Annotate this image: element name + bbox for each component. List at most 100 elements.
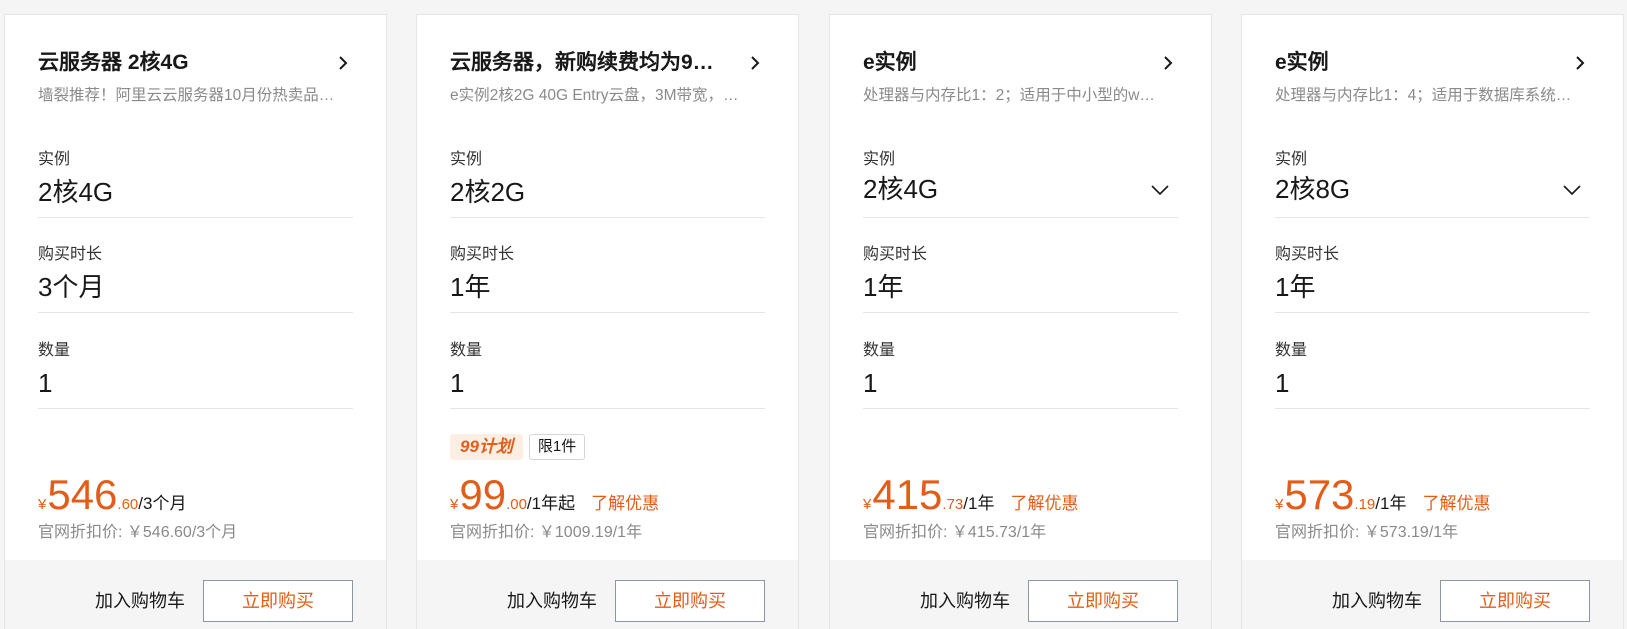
- price-integer: 546: [47, 471, 118, 518]
- product-card: 云服务器，新购续费均为9… e实例2核2G 40G Entry云盘，3M带宽，……: [416, 14, 799, 629]
- product-card-list: 云服务器 2核4G 墙裂推荐！阿里云云服务器10月份热卖品… 实例 2核4G 购…: [0, 0, 1627, 629]
- chevron-right-icon: [339, 56, 348, 70]
- field-label: 数量: [450, 342, 483, 359]
- add-to-cart-button[interactable]: 加入购物车: [920, 580, 1010, 622]
- card-title: e实例: [1275, 51, 1329, 74]
- field-label: 实例: [1275, 151, 1308, 168]
- field-label: 购买时长: [863, 246, 928, 263]
- quantity-field: 数量 1: [450, 326, 765, 409]
- instance-field: 实例 2核4G: [38, 135, 353, 218]
- field-value: 2核4G: [863, 174, 939, 204]
- price-decimal: .73: [942, 496, 964, 513]
- add-to-cart-button[interactable]: 加入购物车: [1332, 580, 1422, 622]
- card-footer: 加入购物车 立即购买: [5, 560, 386, 629]
- quantity-field: 数量 1: [863, 326, 1178, 409]
- field-value: 2核8G: [1275, 174, 1351, 204]
- product-card: 云服务器 2核4G 墙裂推荐！阿里云云服务器10月份热卖品… 实例 2核4G 购…: [4, 14, 387, 629]
- add-to-cart-button[interactable]: 加入购物车: [95, 580, 185, 622]
- price-unit: /1年起: [526, 494, 576, 513]
- price-integer: 573: [1284, 471, 1355, 518]
- product-card: e实例 处理器与内存比1：2；适用于中小型的w… 实例 2核4G 购买时长 1年…: [829, 14, 1212, 629]
- add-to-cart-button[interactable]: 加入购物车: [507, 580, 597, 622]
- chevron-right-icon: [1164, 56, 1173, 70]
- price: ¥573.19/1年 了解优惠: [1275, 473, 1590, 517]
- buy-now-button[interactable]: 立即购买: [1028, 580, 1178, 622]
- card-footer: 加入购物车 立即购买: [1242, 560, 1623, 629]
- card-subtitle: 墙裂推荐！阿里云云服务器10月份热卖品…: [38, 87, 335, 104]
- original-price: 官网折扣价: ￥573.19/1年: [1275, 524, 1459, 541]
- card-subtitle: 处理器与内存比1：2；适用于中小型的w…: [863, 87, 1155, 104]
- card-title-link[interactable]: 云服务器 2核4G: [38, 48, 353, 78]
- card-footer: 加入购物车 立即购买: [417, 560, 798, 629]
- card-title: 云服务器 2核4G: [38, 51, 189, 74]
- buy-now-button[interactable]: 立即购买: [1440, 580, 1590, 622]
- quantity-field: 数量 1: [1275, 326, 1590, 409]
- chevron-down-icon: [1563, 185, 1581, 196]
- card-title-link[interactable]: e实例: [863, 48, 1178, 78]
- field-value: 1: [1275, 368, 1290, 398]
- price: ¥546.60/3个月: [38, 473, 353, 517]
- field-value: 2核4G: [38, 177, 114, 207]
- price-unit: /3个月: [138, 494, 187, 513]
- field-label: 数量: [38, 342, 71, 359]
- original-price: 官网折扣价: ￥1009.19/1年: [450, 524, 643, 541]
- plan-99-badge: 99计划: [450, 434, 523, 460]
- card-title-link[interactable]: 云服务器，新购续费均为9…: [450, 48, 765, 78]
- card-title-link[interactable]: e实例: [1275, 48, 1590, 78]
- duration-field: 购买时长 1年: [450, 230, 765, 313]
- buy-now-button[interactable]: 立即购买: [615, 580, 765, 622]
- price-currency: ¥: [863, 496, 872, 513]
- price-currency: ¥: [1275, 496, 1284, 513]
- original-price: 官网折扣价: ￥415.73/1年: [863, 524, 1047, 541]
- card-subtitle: 处理器与内存比1：4；适用于数据库系统…: [1275, 87, 1572, 104]
- field-value: 1年: [1275, 272, 1316, 302]
- field-value: 1年: [450, 272, 491, 302]
- original-price: 官网折扣价: ￥546.60/3个月: [38, 524, 238, 541]
- card-footer: 加入购物车 立即购买: [830, 560, 1211, 629]
- card-title: e实例: [863, 51, 917, 74]
- learn-discount-link[interactable]: 了解优惠: [591, 494, 659, 513]
- duration-field: 购买时长 3个月: [38, 230, 353, 313]
- price-unit: /1年: [963, 494, 995, 513]
- field-label: 实例: [863, 151, 896, 168]
- chevron-down-icon: [1151, 185, 1169, 196]
- field-label: 购买时长: [450, 246, 515, 263]
- promo-tags: 99计划 限1件: [450, 434, 586, 462]
- price-unit: /1年: [1375, 494, 1407, 513]
- price-integer: 99: [459, 471, 507, 518]
- price: ¥99.00/1年起 了解优惠: [450, 473, 765, 517]
- field-value: 2核2G: [450, 177, 526, 207]
- field-label: 实例: [38, 151, 71, 168]
- price-currency: ¥: [450, 496, 459, 513]
- price-decimal: .19: [1354, 496, 1376, 513]
- duration-field: 购买时长 1年: [1275, 230, 1590, 313]
- price-integer: 415: [872, 471, 943, 518]
- buy-now-button[interactable]: 立即购买: [203, 580, 353, 622]
- duration-field: 购买时长 1年: [863, 230, 1178, 313]
- price-decimal: .00: [506, 496, 527, 513]
- chevron-right-icon: [751, 56, 760, 70]
- field-value: 1年: [863, 272, 904, 302]
- chevron-right-icon: [1576, 56, 1585, 70]
- field-value: 3个月: [38, 272, 105, 302]
- limit-badge: 限1件: [528, 434, 586, 460]
- field-label: 购买时长: [1275, 246, 1340, 263]
- field-label: 数量: [1275, 342, 1308, 359]
- price-currency: ¥: [38, 496, 47, 513]
- instance-field: 实例 2核2G: [450, 135, 765, 218]
- field-value: 1: [38, 368, 53, 398]
- product-card: e实例 处理器与内存比1：4；适用于数据库系统… 实例 2核8G 购买时长 1年…: [1241, 14, 1624, 629]
- price-decimal: .60: [117, 496, 139, 513]
- quantity-field: 数量 1: [38, 326, 353, 409]
- card-title: 云服务器，新购续费均为9…: [450, 51, 714, 74]
- price: ¥415.73/1年 了解优惠: [863, 473, 1178, 517]
- card-subtitle: e实例2核2G 40G Entry云盘，3M带宽，…: [450, 87, 739, 104]
- instance-select[interactable]: 实例 2核8G: [1275, 135, 1590, 218]
- field-value: 1: [863, 368, 878, 398]
- instance-select[interactable]: 实例 2核4G: [863, 135, 1178, 218]
- field-label: 实例: [450, 151, 483, 168]
- field-value: 1: [450, 368, 465, 398]
- learn-discount-link[interactable]: 了解优惠: [1010, 494, 1078, 513]
- field-label: 数量: [863, 342, 896, 359]
- learn-discount-link[interactable]: 了解优惠: [1422, 494, 1490, 513]
